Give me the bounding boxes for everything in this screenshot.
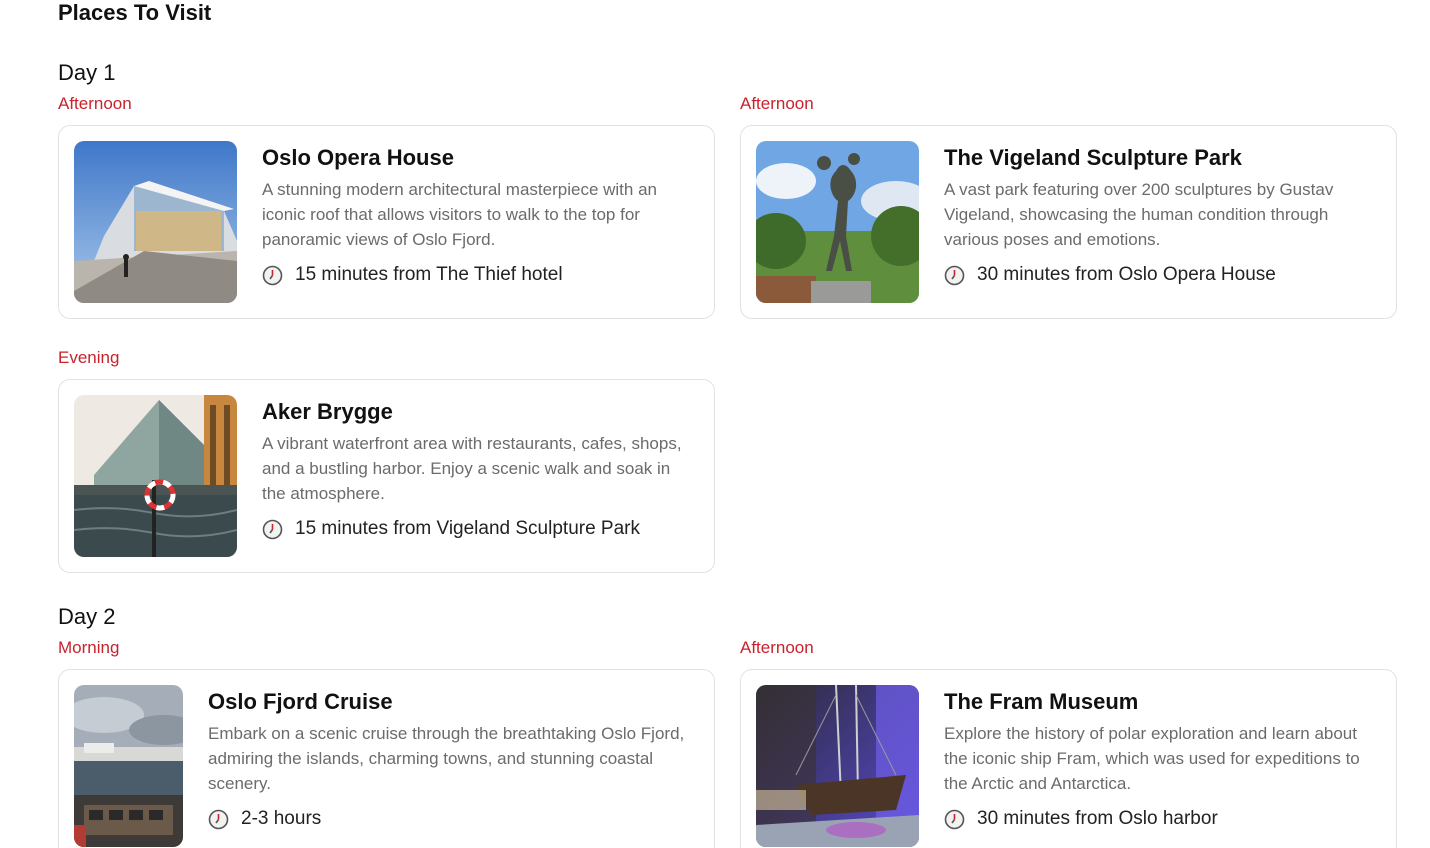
place-photo (74, 141, 237, 303)
place-photo (74, 395, 237, 557)
place-name[interactable]: Oslo Opera House (262, 144, 696, 172)
clock-icon (944, 809, 965, 829)
place-photo (74, 685, 183, 847)
travel-info: 30 minutes from Oslo Opera House (944, 263, 1378, 287)
place-card-aker-brygge[interactable]: Aker Brygge A vibrant waterfront area wi… (58, 379, 715, 573)
place-description: A stunning modern architectural masterpi… (262, 180, 657, 249)
time-slot-label: Afternoon (58, 94, 132, 113)
clock-icon (944, 265, 965, 285)
place-description: A vast park featuring over 200 sculpture… (944, 180, 1334, 249)
place-photo (756, 685, 919, 847)
place-card-oslo-fjord-cruise[interactable]: Oslo Fjord Cruise Embark on a scenic cru… (58, 669, 715, 848)
travel-info: 2-3 hours (208, 807, 696, 831)
travel-time: 2-3 hours (241, 808, 322, 829)
travel-info: 15 minutes from Vigeland Sculpture Park (262, 517, 696, 541)
travel-time: 30 minutes from Oslo Opera House (977, 264, 1276, 285)
place-card-oslo-opera-house[interactable]: Oslo Opera House A stunning modern archi… (58, 125, 715, 319)
time-slot-label: Morning (58, 638, 120, 657)
place-name[interactable]: Oslo Fjord Cruise (208, 688, 696, 716)
travel-time: 15 minutes from The Thief hotel (295, 264, 563, 285)
travel-info: 15 minutes from The Thief hotel (262, 263, 696, 287)
place-photo (756, 141, 919, 303)
page-title: Places To Visit (58, 0, 212, 25)
day-heading-1: Day 1 (58, 60, 116, 85)
place-name[interactable]: The Vigeland Sculpture Park (944, 144, 1378, 172)
place-description: A vibrant waterfront area with restauran… (262, 434, 682, 503)
day-heading-2: Day 2 (58, 604, 116, 629)
place-card-fram-museum[interactable]: The Fram Museum Explore the history of p… (740, 669, 1397, 848)
place-card-vigeland-sculpture-park[interactable]: The Vigeland Sculpture Park A vast park … (740, 125, 1397, 319)
time-slot-label: Afternoon (740, 94, 814, 113)
place-description: Embark on a scenic cruise through the br… (208, 724, 685, 793)
travel-info: 30 minutes from Oslo harbor (944, 807, 1378, 831)
clock-icon (262, 519, 283, 539)
travel-time: 30 minutes from Oslo harbor (977, 808, 1218, 829)
place-name[interactable]: The Fram Museum (944, 688, 1378, 716)
time-slot-label: Afternoon (740, 638, 814, 657)
place-description: Explore the history of polar exploration… (944, 724, 1360, 793)
time-slot-label: Evening (58, 348, 120, 367)
clock-icon (208, 809, 229, 829)
clock-icon (262, 265, 283, 285)
place-name[interactable]: Aker Brygge (262, 398, 696, 426)
travel-time: 15 minutes from Vigeland Sculpture Park (295, 518, 640, 539)
